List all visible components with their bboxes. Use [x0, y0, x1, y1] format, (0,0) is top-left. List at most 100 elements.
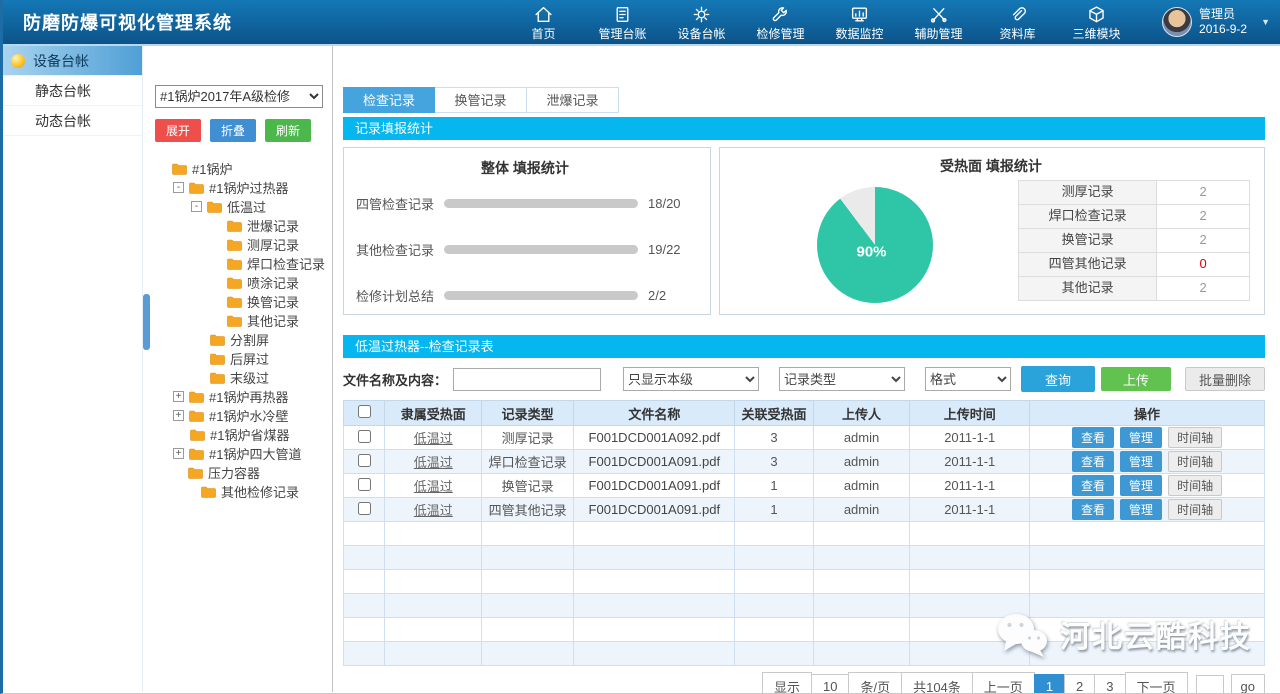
empty-table-row	[344, 570, 1265, 594]
nav-item-6[interactable]: 辅助管理	[899, 2, 978, 42]
tree-node-9[interactable]: 其他记录	[155, 311, 322, 330]
nav-item-1[interactable]: 首页	[504, 2, 583, 42]
page-button-1[interactable]: 1	[1034, 674, 1065, 694]
batch-delete-button[interactable]: 批量删除	[1185, 367, 1265, 391]
surface-link[interactable]: 低温过	[414, 455, 453, 470]
tab-2[interactable]: 换管记录	[435, 87, 527, 113]
prev-page-button[interactable]: 上一页	[972, 672, 1035, 694]
user-area[interactable]: 管理员 2016-9-2 ▼	[1162, 7, 1270, 37]
row-checkbox[interactable]	[358, 454, 371, 467]
row-checkbox[interactable]	[358, 502, 371, 515]
record-type-select[interactable]: 记录类型	[779, 367, 905, 391]
search-button[interactable]: 查询	[1021, 366, 1095, 392]
upload-time-cell: 2011-1-1	[910, 426, 1030, 450]
timeline-button[interactable]: 时间轴	[1168, 427, 1222, 448]
nav-item-5[interactable]: 数据监控	[820, 2, 899, 42]
tree-node-6[interactable]: 焊口检查记录	[155, 254, 322, 273]
refresh-button[interactable]: 刷新	[265, 119, 311, 142]
tree-scrollbar[interactable]	[143, 294, 150, 350]
view-button[interactable]: 查看	[1072, 451, 1114, 472]
page-size-value[interactable]: 10	[811, 674, 849, 694]
expand-button[interactable]: 展开	[155, 119, 201, 142]
tree-node-15[interactable]: #1锅炉省煤器	[155, 425, 322, 444]
collapse-button[interactable]: 折叠	[210, 119, 256, 142]
expand-node-icon[interactable]: +	[173, 410, 184, 421]
table-row: 低温过四管其他记录F001DCD001A091.pdf1admin2011-1-…	[344, 498, 1265, 522]
go-button[interactable]: go	[1231, 674, 1265, 694]
tree-node-5[interactable]: 测厚记录	[155, 235, 322, 254]
tree-node-7[interactable]: 喷涂记录	[155, 273, 322, 292]
column-header: 隶属受热面	[385, 401, 482, 426]
surface-link[interactable]: 低温过	[414, 431, 453, 446]
collapse-node-icon[interactable]: -	[173, 182, 184, 193]
timeline-button[interactable]: 时间轴	[1168, 451, 1222, 472]
manage-button[interactable]: 管理	[1120, 499, 1162, 520]
row-checkbox[interactable]	[358, 478, 371, 491]
tree-node-16[interactable]: +#1锅炉四大管道	[155, 444, 322, 463]
nav-item-2[interactable]: 管理台账	[583, 2, 662, 42]
tree-node-label: 末级过	[230, 368, 269, 387]
nav-item-8[interactable]: 三维模块	[1057, 2, 1136, 42]
timeline-button[interactable]: 时间轴	[1168, 475, 1222, 496]
surface-link[interactable]: 低温过	[414, 479, 453, 494]
surface-link[interactable]: 低温过	[414, 503, 453, 518]
progress-label: 四管检查记录	[356, 194, 444, 213]
nav-item-7[interactable]: 资料库	[978, 2, 1057, 42]
tree-node-label: #1锅炉水冷壁	[209, 406, 288, 425]
tree-node-17[interactable]: 压力容器	[155, 463, 322, 482]
tab-3[interactable]: 泄爆记录	[527, 87, 619, 113]
tree-node-4[interactable]: 泄爆记录	[155, 216, 322, 235]
expand-node-icon[interactable]: +	[173, 391, 184, 402]
tools-icon	[899, 5, 978, 24]
tree-node-label: 换管记录	[247, 292, 299, 311]
view-button[interactable]: 查看	[1072, 499, 1114, 520]
tree-node-8[interactable]: 换管记录	[155, 292, 322, 311]
project-select[interactable]: #1锅炉2017年A级检修	[155, 85, 323, 108]
manage-button[interactable]: 管理	[1120, 451, 1162, 472]
tree-node-3[interactable]: -低温过	[155, 197, 322, 216]
stat-value: 0	[1157, 252, 1250, 277]
empty-table-row	[344, 522, 1265, 546]
stat-row-3: 换管记录2	[1018, 229, 1250, 253]
sidebar-item-3[interactable]: 动态台帐	[3, 106, 142, 136]
tab-1[interactable]: 检查记录	[343, 87, 435, 113]
sidebar-item-2[interactable]: 静态台帐	[3, 76, 142, 106]
folder-icon	[189, 391, 204, 403]
folder-icon	[210, 334, 225, 346]
page-button-2[interactable]: 2	[1064, 674, 1095, 694]
collapse-node-icon[interactable]: -	[191, 201, 202, 212]
tree-node-13[interactable]: +#1锅炉再热器	[155, 387, 322, 406]
view-button[interactable]: 查看	[1072, 427, 1114, 448]
overall-stats-panel: 整体 填报统计 四管检查记录18/20其他检查记录19/22检修计划总结2/2	[343, 147, 711, 315]
scope-select[interactable]: 只显示本级	[623, 367, 759, 391]
wrench-icon	[741, 5, 820, 24]
file-search-input[interactable]	[453, 368, 601, 391]
folder-icon	[189, 410, 204, 422]
timeline-button[interactable]: 时间轴	[1168, 499, 1222, 520]
tree-node-11[interactable]: 后屏过	[155, 349, 322, 368]
tree-node-18[interactable]: 其他检修记录	[155, 482, 322, 501]
view-button[interactable]: 查看	[1072, 475, 1114, 496]
select-all-checkbox[interactable]	[358, 405, 371, 418]
tree-node-12[interactable]: 末级过	[155, 368, 322, 387]
next-page-button[interactable]: 下一页	[1125, 672, 1188, 694]
nav-item-4[interactable]: 检修管理	[741, 2, 820, 42]
manage-button[interactable]: 管理	[1120, 475, 1162, 496]
tree-node-14[interactable]: + #1锅炉水冷壁	[155, 406, 322, 425]
nav-item-3[interactable]: 设备台帐	[662, 2, 741, 42]
chevron-down-icon[interactable]: ▼	[1261, 17, 1270, 27]
user-avatar[interactable]	[1162, 7, 1192, 37]
expand-node-icon[interactable]: +	[173, 448, 184, 459]
manage-button[interactable]: 管理	[1120, 427, 1162, 448]
page-jump-input[interactable]	[1196, 675, 1224, 694]
row-checkbox[interactable]	[358, 430, 371, 443]
tree-node-1[interactable]: #1锅炉	[155, 159, 322, 178]
format-select[interactable]: 格式	[925, 367, 1011, 391]
records-banner: 低温过热器--检查记录表	[343, 335, 1265, 358]
page-button-3[interactable]: 3	[1094, 674, 1125, 694]
tree-node-2[interactable]: -#1锅炉过热器	[155, 178, 322, 197]
sidebar-item-1[interactable]: 设备台帐	[3, 46, 142, 76]
tree-node-10[interactable]: 分割屏	[155, 330, 322, 349]
nav-label: 资料库	[978, 25, 1057, 42]
upload-button[interactable]: 上传	[1101, 367, 1171, 391]
